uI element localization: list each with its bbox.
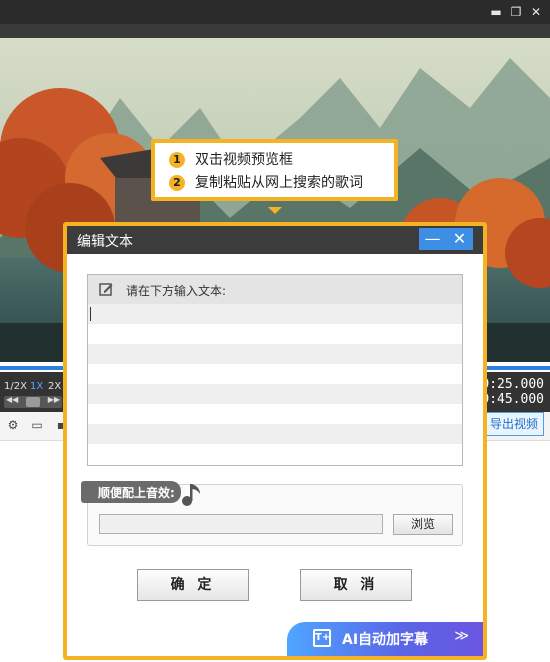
step-2-badge: 2: [169, 175, 185, 191]
dialog-window-controls: — ✕: [419, 228, 473, 250]
text-line: [88, 404, 462, 424]
window-title-bar: ▬ ❐ ✕: [0, 0, 550, 24]
settings-icon[interactable]: ⚙: [6, 418, 20, 432]
hint-step-1: 1 双击视频预览框: [169, 150, 293, 170]
close-icon[interactable]: ✕: [526, 2, 546, 22]
browse-button[interactable]: 浏览: [393, 514, 453, 535]
slider-knob[interactable]: [26, 397, 40, 407]
restore-icon[interactable]: ❐: [506, 2, 526, 22]
toolbar-strip: [0, 24, 550, 38]
folder-icon[interactable]: ▭: [30, 418, 44, 432]
speed-slider[interactable]: ◀◀ ▶▶: [4, 395, 62, 408]
text-caret: [90, 307, 91, 321]
speed-2x[interactable]: 2X: [48, 381, 61, 392]
sound-effect-tag: 顺便配上音效:: [81, 481, 181, 503]
export-video-button[interactable]: 导出视频: [484, 412, 544, 436]
edit-text-dialog: 编辑文本 — ✕ 请在下方输入文本: 顺便配上音效: 浏览 确 定 取 消 T+…: [67, 226, 483, 656]
lyrics-text-area[interactable]: 请在下方输入文本:: [87, 274, 463, 466]
text-line: [88, 304, 462, 324]
speed-1x[interactable]: 1X: [30, 381, 43, 392]
dialog-title-bar: 编辑文本 — ✕: [67, 226, 483, 254]
minimize-icon[interactable]: ▬: [486, 2, 506, 22]
step-1-badge: 1: [169, 152, 185, 168]
double-chevron-icon: ≫: [454, 628, 469, 644]
dialog-minimize-icon[interactable]: —: [419, 228, 446, 250]
subtitle-icon: T+: [313, 629, 331, 647]
hint-callout: 1 双击视频预览框 2 复制粘贴从网上搜索的歌词: [151, 139, 398, 201]
text-line: [88, 424, 462, 444]
text-line: [88, 324, 462, 344]
callout-pointer: [268, 207, 282, 214]
dialog-title: 编辑文本: [77, 234, 133, 250]
speed-half[interactable]: 1/2X: [4, 381, 27, 392]
slider-left-icon: ◀◀: [6, 395, 19, 404]
text-area-header: 请在下方输入文本:: [88, 275, 462, 304]
music-note-icon: [182, 484, 200, 506]
cancel-button[interactable]: 取 消: [300, 569, 412, 601]
sound-effect-label: 顺便配上音效:: [98, 486, 175, 500]
ai-subtitle-button[interactable]: T+ AI自动加字幕 ≫: [287, 622, 483, 656]
dialog-close-icon[interactable]: ✕: [446, 228, 473, 250]
slider-right-icon: ▶▶: [47, 395, 60, 404]
confirm-button[interactable]: 确 定: [137, 569, 249, 601]
text-line: [88, 444, 462, 464]
text-line: [88, 384, 462, 404]
sound-effect-panel: 顺便配上音效: 浏览: [81, 481, 463, 546]
step-2-text: 复制粘贴从网上搜索的歌词: [195, 175, 363, 191]
text-line: [88, 364, 462, 384]
step-1-text: 双击视频预览框: [195, 152, 293, 168]
text-prompt-label: 请在下方输入文本:: [126, 284, 227, 298]
text-line: [88, 344, 462, 364]
time-total: 0:45.000: [481, 392, 544, 407]
sound-file-path-input[interactable]: [99, 514, 383, 534]
edit-icon: [99, 283, 113, 296]
time-current: 0:25.000: [481, 377, 544, 392]
hint-step-2: 2 复制粘贴从网上搜索的歌词: [169, 173, 363, 193]
ai-subtitle-label: AI自动加字幕: [342, 632, 429, 648]
